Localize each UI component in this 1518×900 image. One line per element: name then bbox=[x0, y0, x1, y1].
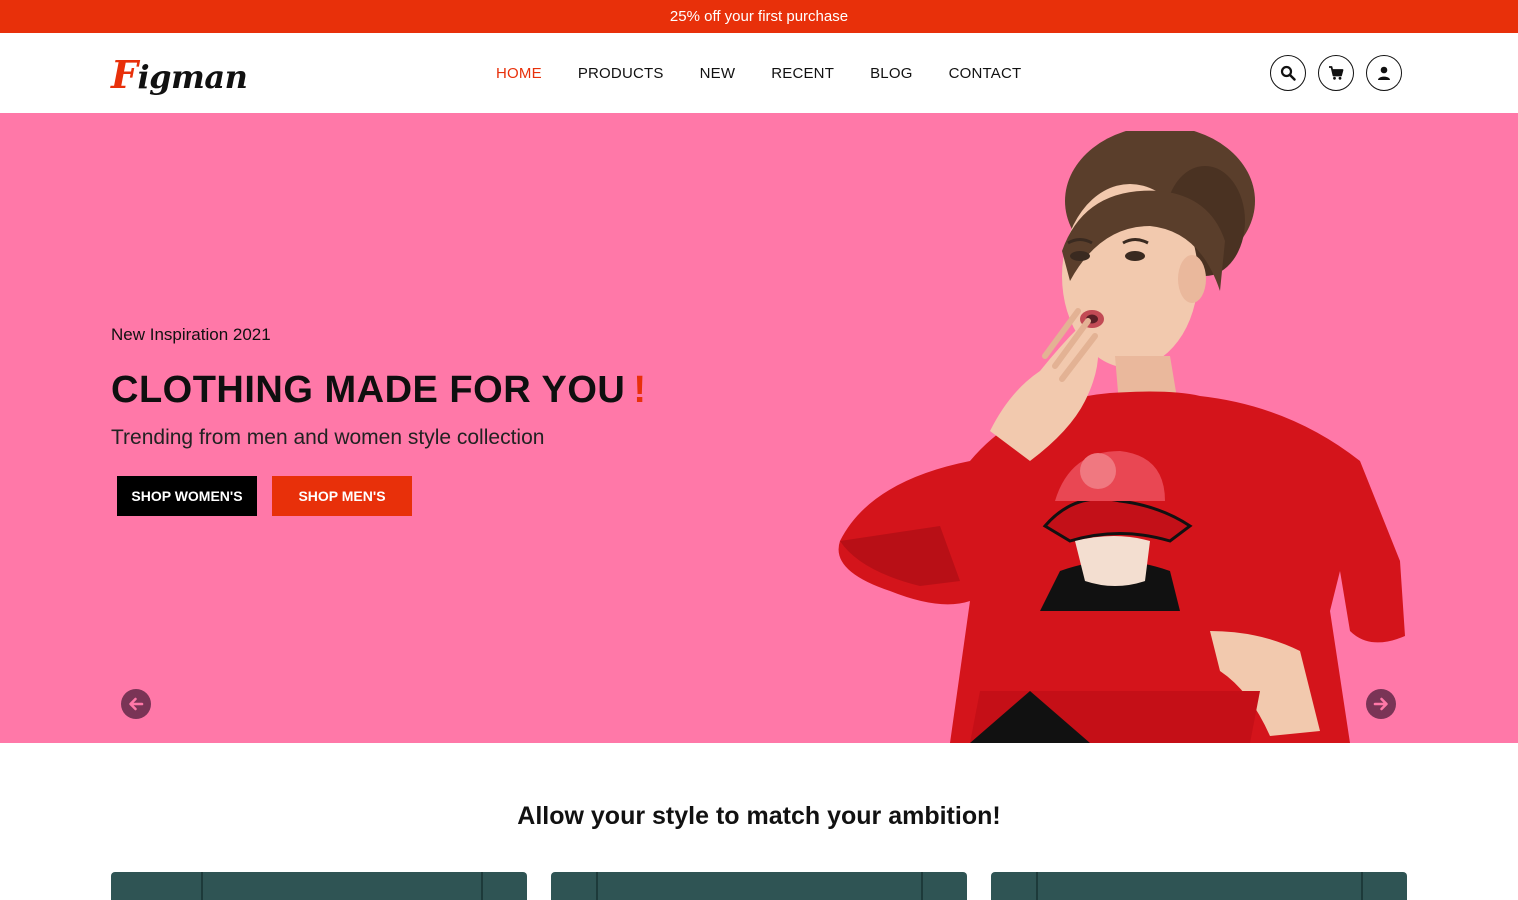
main-nav: HOME PRODUCTS NEW RECENT BLOG CONTACT bbox=[496, 33, 1057, 113]
header-icons bbox=[1270, 55, 1414, 91]
hero-description: Trending from men and women style collec… bbox=[111, 426, 545, 449]
carousel-prev-button[interactable] bbox=[121, 689, 151, 719]
logo-rest: igman bbox=[137, 58, 248, 96]
hero-subtitle: New Inspiration 2021 bbox=[111, 325, 271, 344]
card-texture bbox=[1036, 872, 1038, 900]
nav-new[interactable]: NEW bbox=[700, 65, 736, 82]
hero-title-text: CLOTHING MADE FOR YOU bbox=[111, 369, 626, 411]
account-button[interactable] bbox=[1366, 55, 1402, 91]
promo-text: 25% off your first purchase bbox=[669, 8, 849, 25]
nav-recent[interactable]: RECENT bbox=[771, 65, 834, 82]
category-card[interactable] bbox=[551, 872, 967, 900]
card-texture bbox=[201, 872, 203, 900]
search-button[interactable] bbox=[1270, 55, 1306, 91]
promo-bar: 25% off your first purchase bbox=[0, 0, 1518, 33]
hero-title: CLOTHING MADE FOR YOU! bbox=[111, 369, 647, 412]
card-texture bbox=[596, 872, 598, 900]
shop-mens-button[interactable]: SHOP MEN'S bbox=[272, 476, 412, 516]
nav-home[interactable]: HOME bbox=[496, 65, 542, 82]
nav-contact[interactable]: CONTACT bbox=[949, 65, 1022, 82]
category-card[interactable] bbox=[111, 872, 527, 900]
nav-blog[interactable]: BLOG bbox=[870, 65, 912, 82]
cart-button[interactable] bbox=[1318, 55, 1354, 91]
shop-womens-button[interactable]: SHOP WOMEN'S bbox=[117, 476, 257, 516]
arrow-left-icon bbox=[129, 697, 144, 711]
hero-title-accent: ! bbox=[633, 369, 647, 411]
hero-banner: New Inspiration 2021 CLOTHING MADE FOR Y… bbox=[0, 113, 1518, 743]
logo[interactable]: Figman bbox=[111, 52, 248, 97]
hero-model-image bbox=[838, 131, 1405, 743]
category-card[interactable] bbox=[991, 872, 1407, 900]
cart-icon bbox=[1329, 66, 1344, 80]
card-texture bbox=[1361, 872, 1363, 900]
site-header: Figman HOME PRODUCTS NEW RECENT BLOG CON… bbox=[0, 33, 1518, 113]
card-texture bbox=[481, 872, 483, 900]
nav-products[interactable]: PRODUCTS bbox=[578, 65, 664, 82]
card-texture bbox=[921, 872, 923, 900]
search-icon bbox=[1280, 65, 1296, 81]
logo-initial: F bbox=[111, 52, 138, 97]
user-icon bbox=[1378, 66, 1390, 80]
section-tagline: Allow your style to match your ambition! bbox=[517, 802, 1001, 830]
